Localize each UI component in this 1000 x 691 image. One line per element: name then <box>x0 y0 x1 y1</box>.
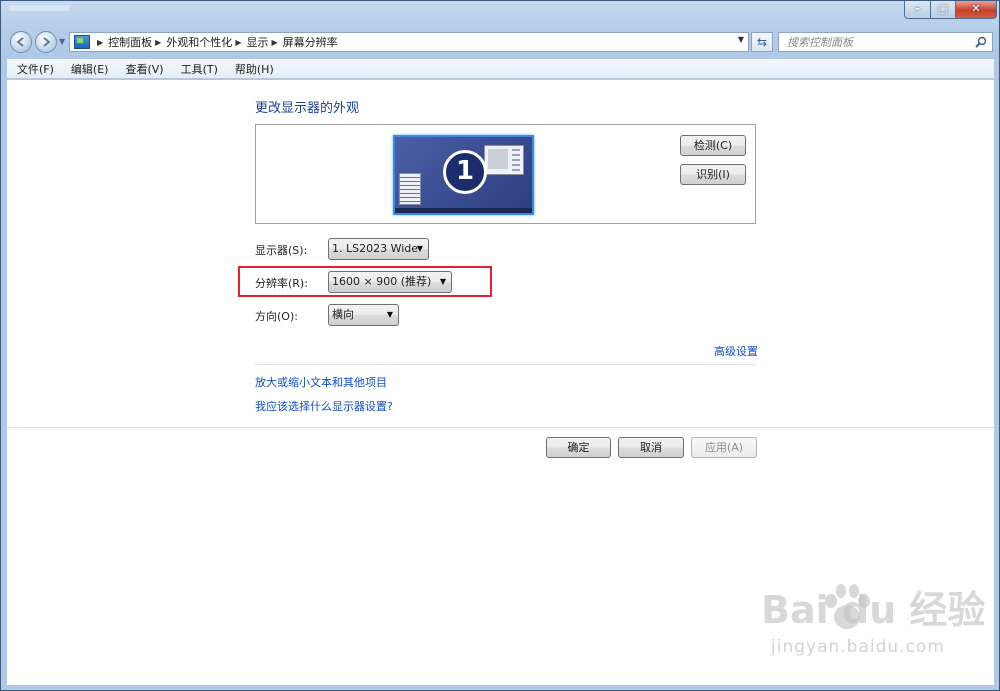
menu-edit[interactable]: 编辑(E) <box>61 61 116 77</box>
orientation-label: 方向(O): <box>255 310 298 323</box>
display-settings-help-link[interactable]: 我应该选择什么显示器设置? <box>255 398 393 414</box>
forward-arrow-icon <box>43 37 51 47</box>
search-input[interactable] <box>787 33 967 51</box>
breadcrumb-control-panel[interactable]: 控制面板 <box>108 34 152 50</box>
taskbar-preview <box>395 208 532 213</box>
display-select-value: 1. LS2023 Wide <box>332 242 419 255</box>
address-dropdown-icon[interactable]: ▼ <box>738 35 744 44</box>
breadcrumb-arrow-icon[interactable]: ▶ <box>271 38 277 47</box>
minimize-button[interactable]: – <box>904 1 931 19</box>
refresh-icon: ⇆ <box>756 35 768 49</box>
monitor-arrangement-panel: 1 检测(C) 识别(I) <box>255 124 756 224</box>
apply-button[interactable]: 应用(A) <box>691 437 757 458</box>
forward-button[interactable] <box>35 31 57 53</box>
search-icon[interactable] <box>975 36 987 48</box>
advanced-settings-link[interactable]: 高级设置 <box>714 343 758 359</box>
maximize-button[interactable]: □ <box>930 1 956 19</box>
ok-button[interactable]: 确定 <box>546 437 611 458</box>
minimize-icon: – <box>914 2 921 15</box>
resolution-select[interactable]: 1600 × 900 (推荐) ▼ <box>328 271 452 293</box>
detect-button[interactable]: 检测(C) <box>680 135 746 156</box>
monitor-1-thumbnail[interactable]: 1 <box>393 135 534 215</box>
breadcrumb-arrow-icon[interactable]: ▶ <box>235 38 241 47</box>
breadcrumb-display[interactable]: 显示 <box>246 34 268 50</box>
paw-icon <box>825 584 870 629</box>
menu-bar: 文件(F) 编辑(E) 查看(V) 工具(T) 帮助(H) <box>7 59 994 79</box>
back-button[interactable] <box>10 31 32 53</box>
back-arrow-icon <box>16 37 24 47</box>
display-select[interactable]: 1. LS2023 Wide ▼ <box>328 238 429 260</box>
close-icon: ✕ <box>971 2 981 15</box>
menu-view[interactable]: 查看(V) <box>115 61 170 77</box>
breadcrumb-arrow-icon[interactable]: ▶ <box>97 38 103 47</box>
desktop-window-preview <box>484 145 524 175</box>
footer-divider <box>7 427 994 428</box>
resolution-select-value: 1600 × 900 (推荐) <box>332 275 432 288</box>
page-title: 更改显示器的外观 <box>255 101 360 116</box>
control-panel-icon <box>74 35 90 49</box>
menu-tools[interactable]: 工具(T) <box>171 61 225 77</box>
monitor-number-badge: 1 <box>443 150 487 194</box>
breadcrumb-arrow-icon[interactable]: ▶ <box>155 38 161 47</box>
desktop-document-preview <box>399 173 421 205</box>
breadcrumb-screen-resolution[interactable]: 屏幕分辨率 <box>283 34 338 50</box>
orientation-select[interactable]: 横向 ▼ <box>328 304 399 326</box>
menu-file[interactable]: 文件(F) <box>7 61 61 77</box>
breadcrumb-appearance[interactable]: 外观和个性化 <box>166 34 232 50</box>
search-box[interactable] <box>778 32 993 52</box>
address-bar[interactable]: ▶ 控制面板 ▶ 外观和个性化 ▶ 显示 ▶ 屏幕分辨率 ▼ <box>69 32 749 52</box>
watermark-url: jingyan.baidu.com <box>771 637 945 657</box>
cancel-button[interactable]: 取消 <box>618 437 684 458</box>
control-panel-window: – □ ✕ ▼ ▶ 控制面板 ▶ 外观和个性化 ▶ 显示 ▶ 屏幕分辨率 ▼ ⇆… <box>0 0 1000 691</box>
refresh-button[interactable]: ⇆ <box>751 32 773 52</box>
orientation-select-value: 横向 <box>332 308 354 321</box>
window-title-bar[interactable] <box>9 5 69 11</box>
recent-pages-dropdown-icon[interactable]: ▼ <box>59 37 67 47</box>
resolution-label: 分辨率(R): <box>255 277 308 290</box>
close-button[interactable]: ✕ <box>955 1 997 19</box>
maximize-icon: □ <box>937 2 949 15</box>
section-divider <box>255 364 756 365</box>
menu-help[interactable]: 帮助(H) <box>225 61 281 77</box>
text-size-link[interactable]: 放大或缩小文本和其他项目 <box>255 374 387 390</box>
display-label: 显示器(S): <box>255 244 308 257</box>
chevron-down-icon: ▼ <box>439 277 446 286</box>
chevron-down-icon: ▼ <box>416 244 423 253</box>
chevron-down-icon: ▼ <box>386 310 393 319</box>
identify-button[interactable]: 识别(I) <box>680 164 746 185</box>
